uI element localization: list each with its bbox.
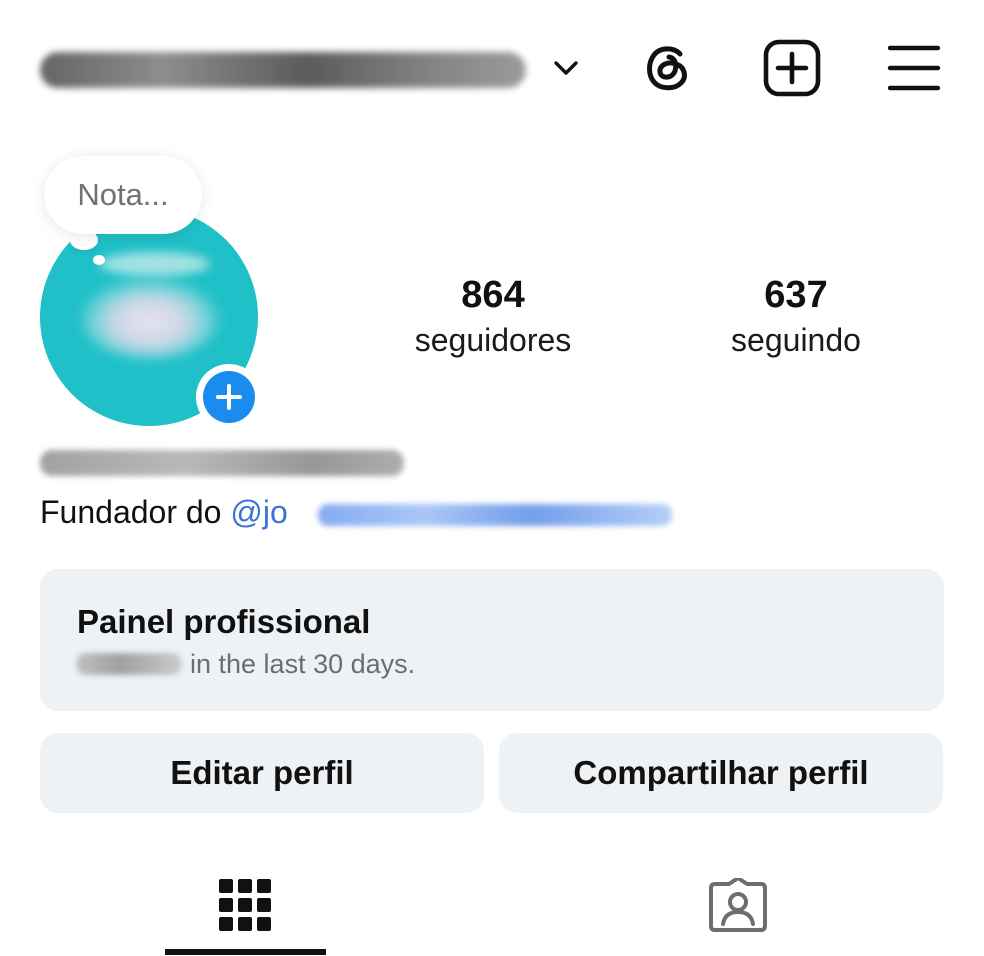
grid-icon [219, 879, 271, 931]
dashboard-subtitle: in the last 30 days. [190, 649, 416, 679]
create-icon[interactable] [762, 38, 822, 98]
avatar-image-redacted [80, 278, 220, 358]
chevron-down-icon[interactable] [548, 54, 584, 84]
professional-dashboard[interactable]: Painel profissional in the last 30 days. [40, 569, 944, 711]
note-bubble[interactable]: Nota... [44, 156, 202, 234]
note-placeholder: Nota... [77, 177, 169, 212]
followers-label: seguidores [414, 322, 572, 358]
tab-posts-grid[interactable] [165, 860, 325, 950]
menu-icon[interactable] [884, 40, 944, 100]
following-count: 637 [764, 274, 828, 316]
note-bubble-tail-dot [93, 255, 105, 265]
followers-stat[interactable]: 864 seguidores [392, 276, 594, 356]
bio-text: Fundador do [40, 494, 231, 530]
edit-profile-button[interactable]: Editar perfil [40, 733, 484, 813]
share-profile-button[interactable]: Compartilhar perfil [499, 733, 943, 813]
bio-mention-link[interactable]: @jo [230, 494, 287, 530]
display-name-redacted [40, 450, 404, 476]
dashboard-title: Painel profissional [77, 603, 371, 640]
add-story-button[interactable] [196, 364, 262, 430]
username-redacted[interactable] [40, 52, 526, 88]
add-story-badge [203, 371, 255, 423]
bio: Fundador do @jo [40, 494, 288, 531]
threads-icon[interactable] [638, 38, 698, 98]
tab-tagged[interactable] [658, 860, 818, 950]
mention-redacted[interactable] [318, 504, 672, 526]
avatar-image-highlight [100, 252, 210, 276]
dashboard-metric-redacted [76, 653, 182, 675]
following-label: seguindo [731, 322, 861, 358]
selected-tab-indicator [165, 949, 326, 955]
following-stat[interactable]: 637 seguindo [706, 276, 886, 356]
followers-count: 864 [461, 274, 525, 316]
plus-icon [216, 384, 242, 410]
tagged-icon [709, 878, 767, 932]
